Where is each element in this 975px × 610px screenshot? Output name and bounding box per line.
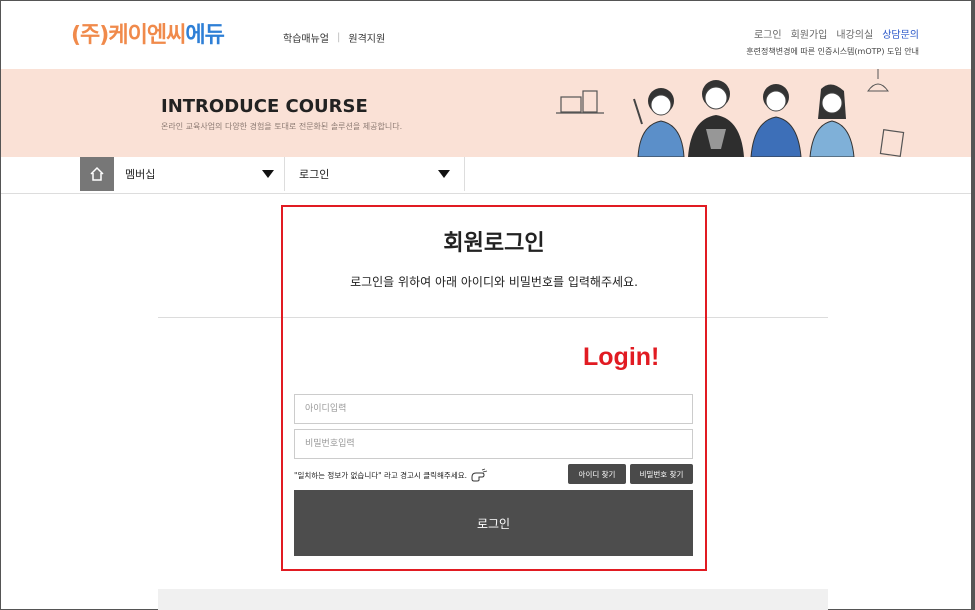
home-icon [90, 166, 104, 181]
nav-separator: | [337, 32, 341, 43]
login-notice-text: "일치하는 정보가 없습니다" 라고 경고시 클릭해주세요. [294, 470, 468, 480]
course-banner: INTRODUCE COURSE 온라인 교육사업의 다양한 경험을 토대로 전… [1, 69, 971, 157]
password-input[interactable] [294, 429, 693, 459]
login-title: 회원로그인 [443, 231, 545, 256]
logo-prefix: (주) [71, 23, 109, 48]
user-id-input[interactable] [294, 394, 693, 424]
banner-illustration [556, 69, 905, 157]
caret-down-icon [262, 170, 274, 178]
nav-item-remote-support[interactable]: 원격지원 [348, 30, 385, 45]
site-logo[interactable]: (주)케이엔씨에듀 [71, 17, 225, 49]
breadcrumb-label-membership: 멤버십 [125, 168, 156, 181]
util-consult-link[interactable]: 상담문의 [882, 26, 919, 41]
main-nav: 학습매뉴얼 | 원격지원 [283, 30, 385, 45]
login-notice[interactable]: "일치하는 정보가 없습니다" 라고 경고시 클릭해주세요. [294, 468, 488, 482]
util-login-link[interactable]: 로그인 [754, 26, 782, 41]
util-my-classroom-link[interactable]: 내강의실 [836, 26, 873, 41]
banner-title: INTRODUCE COURSE [161, 96, 368, 117]
banner-subtitle: 온라인 교육사업의 다양한 경험을 토대로 전문화된 솔루션을 제공합니다. [161, 122, 403, 131]
logo-orange-text: 케이엔씨 [108, 23, 186, 48]
find-id-button[interactable]: 아이디 찾기 [568, 464, 626, 484]
breadcrumb-label-login: 로그인 [299, 168, 330, 181]
sub-navigation: 멤버십 로그인 [1, 157, 971, 194]
pointing-hand-icon [471, 468, 488, 482]
login-submit-button[interactable]: 로그인 [294, 490, 693, 556]
utility-links: 로그인 회원가입 내강의실 상담문의 [754, 26, 919, 41]
login-annotation: Login! [583, 343, 660, 371]
breadcrumb-dropdown-login[interactable]: 로그인 [299, 157, 465, 191]
breadcrumb-dropdown-membership[interactable]: 멤버십 [125, 157, 285, 191]
nav-item-manual[interactable]: 학습매뉴얼 [283, 30, 329, 45]
logo-blue-text: 에듀 [185, 23, 224, 48]
motp-notice-link[interactable]: 훈련정책변경에 따른 인증시스템(mOTP) 도입 안내 [746, 46, 919, 57]
home-button[interactable] [80, 157, 114, 191]
util-signup-link[interactable]: 회원가입 [791, 26, 828, 41]
site-header: (주)케이엔씨에듀 학습매뉴얼 | 원격지원 로그인 회원가입 내강의실 상담문… [1, 1, 971, 69]
caret-down-icon [438, 170, 450, 178]
footer-strip [158, 589, 828, 610]
find-password-button[interactable]: 비밀번호 찾기 [630, 464, 693, 484]
login-description: 로그인을 위하여 아래 아이디와 비밀번호를 입력해주세요. [350, 275, 638, 289]
